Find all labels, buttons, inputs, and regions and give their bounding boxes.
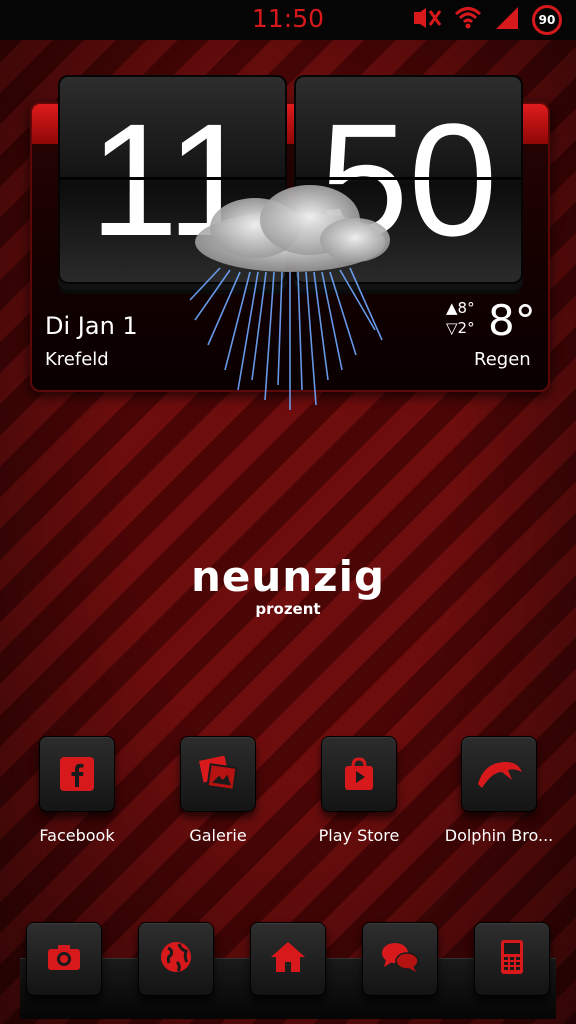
home-icon (269, 940, 307, 978)
dock-phone[interactable] (474, 922, 550, 996)
widget-location: Krefeld (45, 349, 109, 370)
signal-icon (494, 5, 520, 35)
brand-subtitle: prozent (255, 600, 321, 618)
mute-icon (412, 6, 442, 34)
high-low-temps: ▲8° ▽2° (446, 298, 475, 338)
app-label: Dolphin Bro... (444, 826, 554, 845)
app-label: Play Store (318, 826, 400, 845)
high-temp: ▲8° (446, 299, 475, 317)
facebook-icon (39, 736, 115, 812)
camera-icon (47, 943, 81, 975)
play-store-icon (321, 736, 397, 812)
low-temp: ▽2° (446, 319, 475, 337)
current-temp: 8° (488, 296, 536, 345)
status-bar: 11:50 90 (0, 0, 576, 40)
weather-condition: Regen (474, 349, 531, 370)
app-play-store[interactable]: Play Store (299, 736, 419, 845)
app-galerie[interactable]: Galerie (158, 736, 278, 845)
app-dolphin-browser[interactable]: Dolphin Bro... (439, 736, 559, 845)
battery-level: 90 (538, 13, 556, 27)
dock-browser[interactable] (138, 922, 214, 996)
wifi-icon (454, 5, 482, 35)
widget-date: Di Jan 1 (45, 312, 138, 340)
battery-icon: 90 (532, 5, 562, 35)
brand-title: neunzig (190, 552, 386, 601)
phone-icon (500, 939, 524, 979)
gallery-icon (180, 736, 256, 812)
dock-messages[interactable] (362, 922, 438, 996)
dock-camera[interactable] (26, 922, 102, 996)
dock-home[interactable] (250, 922, 326, 996)
app-label: Facebook (39, 826, 115, 845)
rain-cloud-icon (189, 185, 390, 410)
app-facebook[interactable]: Facebook (17, 736, 137, 845)
dolphin-icon (461, 736, 537, 812)
app-label: Galerie (189, 826, 247, 845)
globe-icon (159, 940, 193, 978)
messages-icon (380, 940, 420, 978)
